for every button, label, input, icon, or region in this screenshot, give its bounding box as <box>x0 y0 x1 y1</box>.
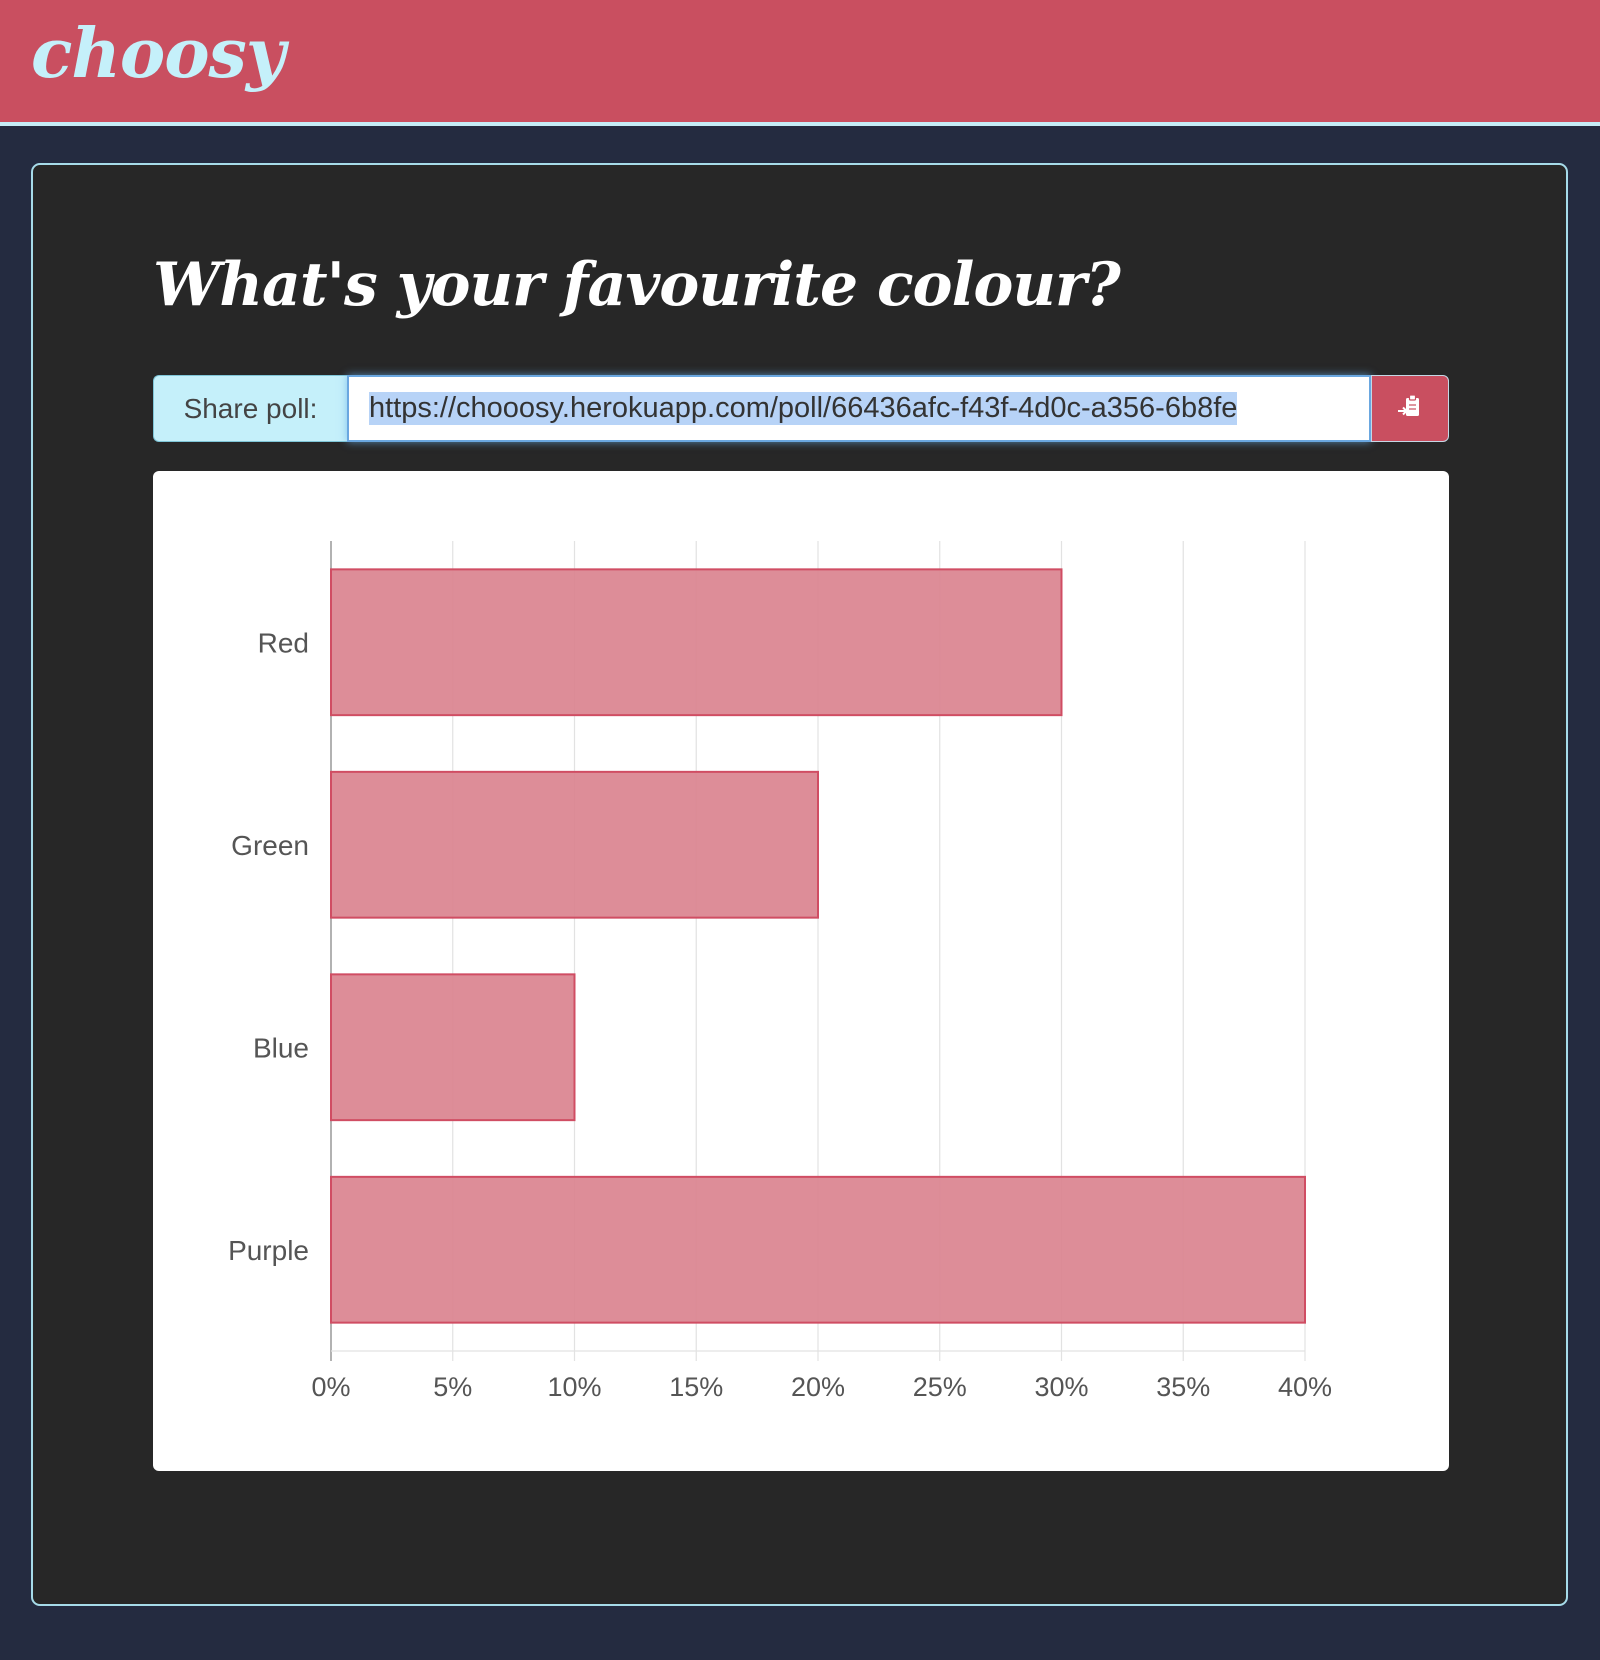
bar-blue <box>330 973 576 1122</box>
clipboard-paste-icon <box>1395 392 1425 426</box>
poll-question: What's your favourite colour? <box>153 250 1121 320</box>
brand-logo[interactable]: choosy <box>31 14 285 94</box>
x-tick-label: 0% <box>311 1372 350 1402</box>
results-chart-panel: Red Green Blue Purple 0% 5% 10% 15% 20% 25% 30% 35%… <box>153 471 1449 1471</box>
x-tick-label: 10% <box>547 1372 601 1402</box>
x-tick-label: 35% <box>1156 1372 1210 1402</box>
share-poll-group: Share poll: <box>153 375 1449 442</box>
x-tick-label: 30% <box>1034 1372 1088 1402</box>
top-navbar: choosy <box>0 0 1600 126</box>
share-url-input[interactable] <box>347 375 1371 442</box>
category-label: Blue <box>253 1032 309 1063</box>
x-tick-label: 15% <box>669 1372 723 1402</box>
copy-link-button[interactable] <box>1371 375 1449 442</box>
x-tick-label: 40% <box>1278 1372 1332 1402</box>
bar-purple <box>330 1175 1306 1324</box>
bar-red <box>330 568 1063 717</box>
poll-card: What's your favourite colour? Share poll… <box>31 163 1568 1606</box>
share-poll-label: Share poll: <box>153 375 347 442</box>
bar-green <box>330 770 819 919</box>
results-bar-chart: Red Green Blue Purple 0% 5% 10% 15% 20% 25% 30% 35%… <box>228 541 1332 1402</box>
x-tick-label: 5% <box>433 1372 472 1402</box>
category-label: Green <box>231 830 309 861</box>
category-label: Purple <box>228 1235 309 1266</box>
category-label: Red <box>258 627 309 658</box>
x-tick-label: 25% <box>913 1372 967 1402</box>
x-tick-label: 20% <box>791 1372 845 1402</box>
